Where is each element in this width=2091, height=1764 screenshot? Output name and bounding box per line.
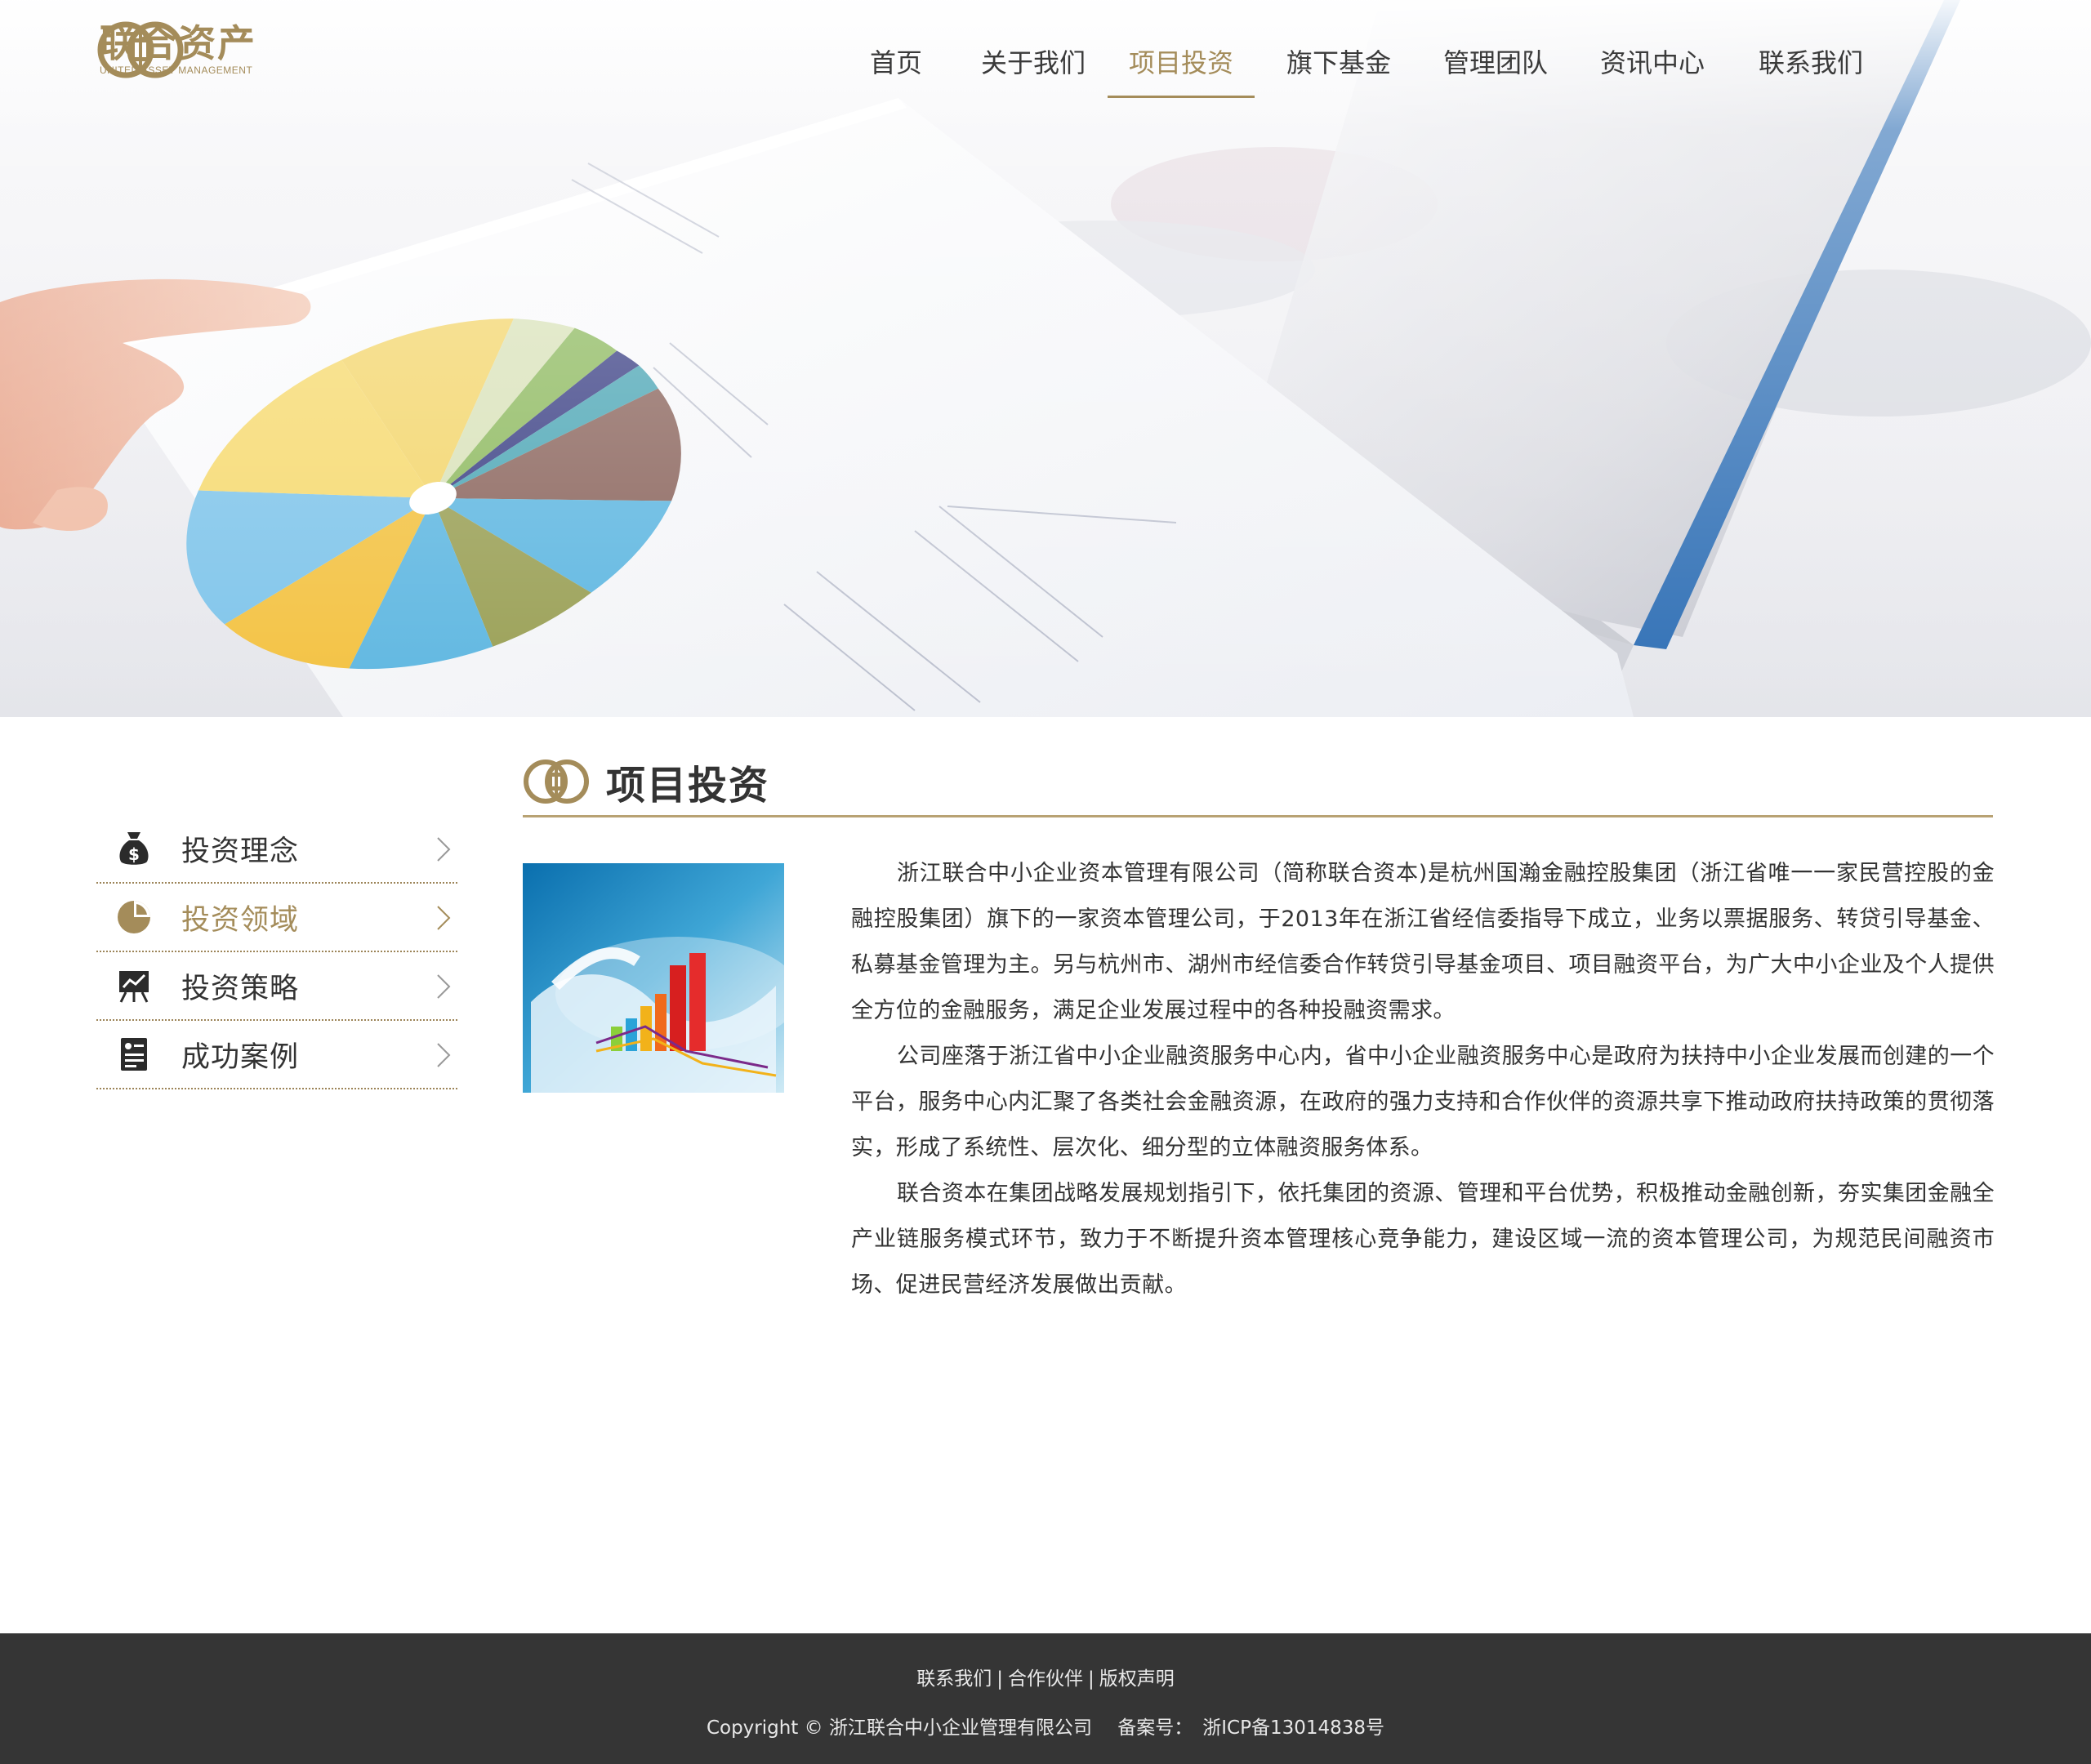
chevron-right-icon — [437, 1043, 451, 1067]
nav-item-home[interactable]: 首页 — [843, 33, 949, 98]
copyright-line: Copyright © 浙江联合中小企业管理有限公司 备案号： 浙ICP备1301… — [0, 1712, 2091, 1740]
logo[interactable]: 联合资产 UNITED ASSET MANAGEMENT — [96, 15, 374, 85]
sidebar-menu: $ 投资理念 投资领域 投资策略 成功案例 — [96, 815, 457, 1089]
hero-banner: 联合资产 UNITED ASSET MANAGEMENT 首页 关于我们 项目投… — [0, 0, 2091, 717]
footer-link-contact[interactable]: 联系我们 — [916, 1668, 992, 1690]
article-paragraph: 浙江联合中小企业资本管理有限公司（简称联合资本)是杭州国瀚金融控股集团（浙江省唯… — [851, 861, 1995, 1023]
article-paragraph: 联合资本在集团战略发展规划指引下，依托集团的资源、管理和平台优势，积极推动金融创… — [851, 1181, 1995, 1298]
article-body: 浙江联合中小企业资本管理有限公司（简称联合资本)是杭州国瀚金融控股集团（浙江省唯… — [851, 851, 1995, 1308]
sidebar-item-fields[interactable]: 投资领域 — [96, 884, 457, 952]
sidebar-item-label: 投资策略 — [181, 972, 300, 1005]
logo-mark-icon — [97, 21, 184, 78]
chevron-right-icon — [437, 974, 451, 999]
copyright-text: Copyright © 浙江联合中小企业管理有限公司 — [706, 1717, 1092, 1739]
page-title: 项目投资 — [606, 762, 770, 808]
footer: 联系我们 | 合作伙伴 | 版权声明 Copyright © 浙江联合中小企业管理有限公… — [0, 1633, 2091, 1764]
money-bag-icon: $ — [114, 829, 154, 868]
chevron-right-icon — [437, 906, 451, 930]
chevron-right-icon — [437, 837, 451, 862]
footer-link-partners[interactable]: 合作伙伴 — [1008, 1668, 1083, 1690]
article-paragraph: 公司座落于浙江省中小企业融资服务中心内，省中小企业融资服务中心是政府为扶持中小企… — [851, 1044, 1995, 1160]
article-image — [523, 863, 784, 1093]
nav-item-news[interactable]: 资讯中心 — [1583, 33, 1722, 98]
sidebar-item-label: 投资领域 — [181, 903, 300, 937]
nav-item-contact[interactable]: 联系我们 — [1741, 33, 1880, 98]
nav-item-funds[interactable]: 旗下基金 — [1269, 33, 1408, 98]
footer-separator: | — [996, 1668, 1003, 1690]
presentation-board-icon — [114, 966, 154, 1005]
sidebar-item-philosophy[interactable]: $ 投资理念 — [96, 815, 457, 884]
document-icon — [114, 1035, 154, 1074]
icp-number[interactable]: 浙ICP备13014838号 — [1202, 1717, 1384, 1739]
sidebar-item-label: 成功案例 — [181, 1040, 300, 1074]
pie-chart-icon — [114, 898, 154, 937]
nav-item-team[interactable]: 管理团队 — [1426, 33, 1565, 98]
sidebar-item-strategy[interactable]: 投资策略 — [96, 952, 457, 1021]
footer-links: 联系我们 | 合作伙伴 | 版权声明 — [0, 1663, 2091, 1690]
section-header: 项目投资 — [523, 747, 1993, 817]
sidebar-item-label: 投资理念 — [181, 835, 300, 868]
sidebar-item-cases[interactable]: 成功案例 — [96, 1021, 457, 1089]
footer-separator: | — [1088, 1668, 1095, 1690]
nav-item-investment[interactable]: 项目投资 — [1108, 33, 1255, 98]
icp-label: 备案号： — [1117, 1717, 1193, 1739]
hero-image — [0, 0, 2091, 717]
footer-link-copyright[interactable]: 版权声明 — [1099, 1668, 1175, 1690]
svg-text:$: $ — [128, 844, 140, 864]
logo-mark-icon — [524, 759, 589, 804]
nav-item-about[interactable]: 关于我们 — [964, 33, 1103, 98]
